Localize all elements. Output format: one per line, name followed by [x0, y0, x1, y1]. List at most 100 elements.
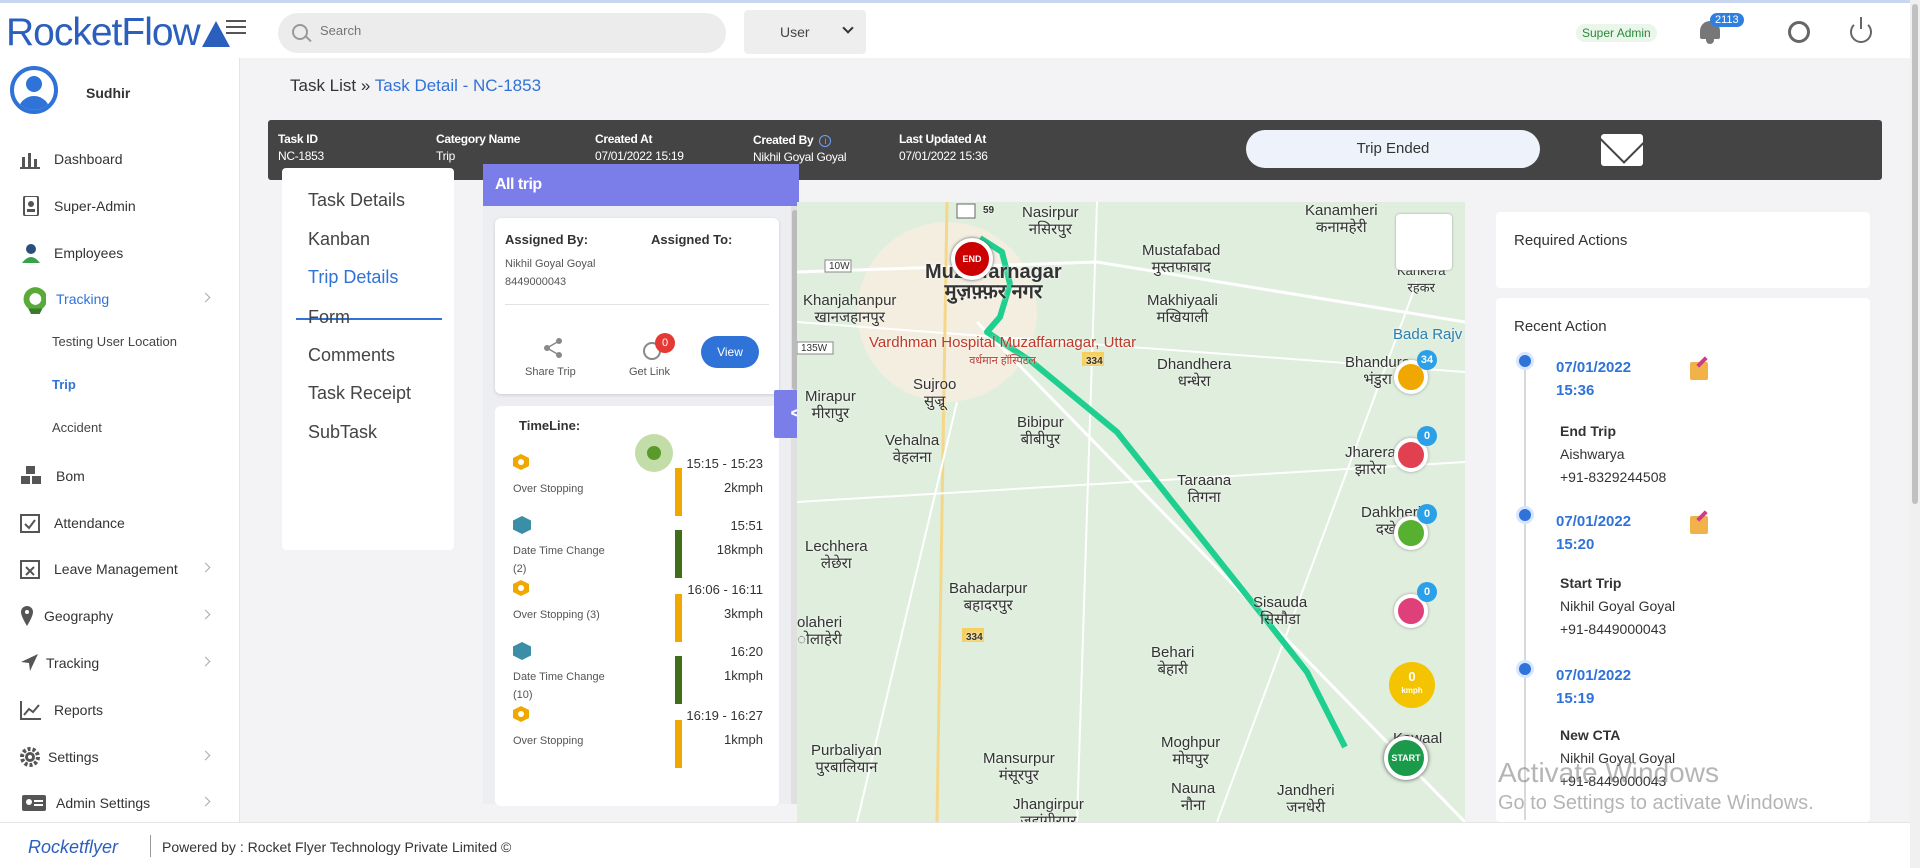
id-card-icon — [22, 795, 46, 811]
timeline-item[interactable]: Over Stopping 16:19 - 16:27 1kmph — [495, 698, 779, 774]
view-button[interactable]: View — [701, 336, 759, 368]
map-place: Jhangirpur जहांगीरपुर — [1013, 796, 1084, 822]
sidebar-item-label: Leave Management — [54, 561, 178, 577]
recent-action-detail: End Trip Aishwarya +91-8329244508 — [1560, 423, 1667, 485]
timeline-bar — [675, 530, 682, 578]
map-place: Mustafabad मुस्तफाबाद — [1142, 242, 1221, 276]
task-tabs: Task Details Kanban Trip Details Form Co… — [282, 168, 454, 550]
tab-task-details[interactable]: Task Details — [308, 190, 405, 211]
assigned-to-label: Assigned To: — [651, 232, 733, 247]
hexagon-icon — [513, 580, 529, 596]
power-logout-icon[interactable] — [1850, 17, 1872, 43]
timeline-bar — [675, 720, 682, 768]
cubes-icon — [21, 466, 41, 484]
created-at-label: Created At — [595, 132, 653, 146]
tab-comments[interactable]: Comments — [308, 345, 395, 366]
sidebar-item-label: Employees — [54, 245, 124, 261]
employee-icon — [22, 244, 40, 263]
line-chart-icon — [20, 701, 41, 720]
timeline-item-time: 16:19 - 16:27 — [686, 708, 763, 723]
trip-map[interactable]: 59 10W 135W 334 334 Nasirpur नसिरपुर Must… — [797, 202, 1465, 822]
tab-task-receipt[interactable]: Task Receipt — [308, 383, 411, 404]
category-label: Category Name — [436, 132, 521, 146]
tab-kanban[interactable]: Kanban — [308, 229, 370, 250]
note-edit-icon[interactable] — [1690, 516, 1708, 534]
timeline-bar — [675, 656, 682, 704]
sidebar: Sudhir Dashboard Super-Admin Employees T… — [0, 58, 240, 822]
get-link-label[interactable]: Get Link — [629, 366, 670, 378]
chevron-right-icon — [200, 609, 211, 620]
start-marker[interactable]: START — [1384, 736, 1428, 780]
trip-panel-header: All trip — [483, 164, 799, 206]
map-place: Moghpur मोघपुर — [1161, 734, 1221, 768]
task-id-label: Task ID — [278, 132, 318, 146]
timeline-item-label: Over Stopping (3) — [513, 609, 600, 621]
search-input[interactable] — [320, 23, 700, 38]
created-at-value: 07/01/2022 15:19 — [595, 149, 684, 163]
page-scrollbar[interactable] — [1910, 0, 1920, 868]
created-by-value: Nikhil Goyal Goyal — [753, 150, 847, 164]
sidebar-subitem-accident[interactable]: Accident — [52, 420, 102, 435]
map-place: Mirapur मीरापुर — [805, 388, 856, 422]
chevron-right-icon — [200, 562, 211, 573]
app-logo[interactable]: RocketFlow — [6, 11, 230, 55]
recent-actions-title: Recent Action — [1514, 318, 1607, 335]
timeline-card: TimeLine: Over Stopping 15:15 - 15:23 2km… — [495, 406, 779, 806]
sidebar-subitem-testing-user-location[interactable]: Testing User Location — [52, 334, 177, 349]
map-place: Behari बेहारी — [1151, 644, 1195, 678]
chevron-right-icon — [200, 796, 211, 807]
trip-status-button[interactable]: Trip Ended — [1246, 130, 1540, 168]
mail-icon[interactable] — [1601, 134, 1643, 166]
sidebar-item-label: Reports — [54, 702, 104, 718]
breadcrumb-parent[interactable]: Task List — [290, 76, 356, 95]
share-icon[interactable] — [543, 338, 563, 358]
last-updated-value: 07/01/2022 15:36 — [899, 149, 988, 163]
navigation-arrow-icon — [21, 654, 38, 671]
search-bar[interactable] — [278, 13, 726, 53]
tab-subtask[interactable]: SubTask — [308, 422, 377, 443]
marker-count-badge: 0 — [1417, 504, 1437, 524]
location-pin-icon — [21, 606, 33, 626]
menu-toggle-icon[interactable] — [226, 20, 246, 36]
calendar-x-icon — [20, 560, 40, 579]
user-avatar[interactable] — [10, 66, 58, 114]
note-edit-icon[interactable] — [1690, 362, 1708, 380]
map-place: Bahadarpur बहादरपुर — [949, 580, 1028, 614]
timeline-item-time: 16:20 — [730, 644, 763, 659]
sidebar-subitem-trip[interactable]: Trip — [52, 377, 76, 392]
user-type-select[interactable]: User — [744, 10, 866, 54]
timeline-title: TimeLine: — [519, 418, 581, 433]
timeline-item-time: 15:15 - 15:23 — [686, 456, 763, 471]
breadcrumb-separator: » — [360, 76, 371, 95]
tab-form[interactable]: Form — [308, 307, 350, 328]
sidebar-item-label: Tracking — [56, 291, 110, 307]
footer-divider — [150, 835, 151, 857]
road-label: 135W — [801, 343, 828, 354]
support-agent-icon[interactable] — [1788, 21, 1810, 43]
map-place: Makhiyaali मखियाली — [1147, 292, 1218, 326]
chevron-down-icon — [842, 22, 854, 34]
end-marker[interactable]: END — [951, 238, 993, 280]
map-fullscreen-control[interactable] — [1396, 214, 1452, 270]
info-icon[interactable]: i — [819, 135, 832, 147]
link-count-badge: 0 — [655, 333, 675, 353]
bar-chart-icon — [20, 153, 40, 169]
timeline-item-time: 16:06 - 16:11 — [687, 582, 763, 597]
marker-count-badge: 34 — [1417, 350, 1437, 370]
map-place: Nauna नौना — [1171, 780, 1216, 814]
footer-logo: Rocketflyer — [28, 837, 119, 857]
last-updated-field: Last Updated At 07/01/2022 15:36 — [899, 132, 988, 163]
sidebar-item-label: Admin Settings — [56, 795, 151, 811]
trip-panel: All trip Assigned By: Assigned To: Nikhi… — [483, 164, 799, 806]
category-value: Trip — [436, 149, 456, 163]
timeline-item-speed: 1kmph — [723, 732, 763, 747]
timeline-item-speed: 2kmph — [723, 480, 763, 495]
hexagon-icon — [513, 706, 529, 722]
tab-trip-details[interactable]: Trip Details — [308, 267, 398, 288]
marker-count-badge: 0 — [1417, 582, 1437, 602]
calendar-check-icon — [20, 514, 40, 533]
timeline-item-label: Date Time Change — [513, 671, 605, 683]
share-trip-label[interactable]: Share Trip — [525, 366, 576, 378]
hexagon-icon — [513, 454, 529, 470]
timeline-item-speed: 3kmph — [723, 606, 763, 621]
